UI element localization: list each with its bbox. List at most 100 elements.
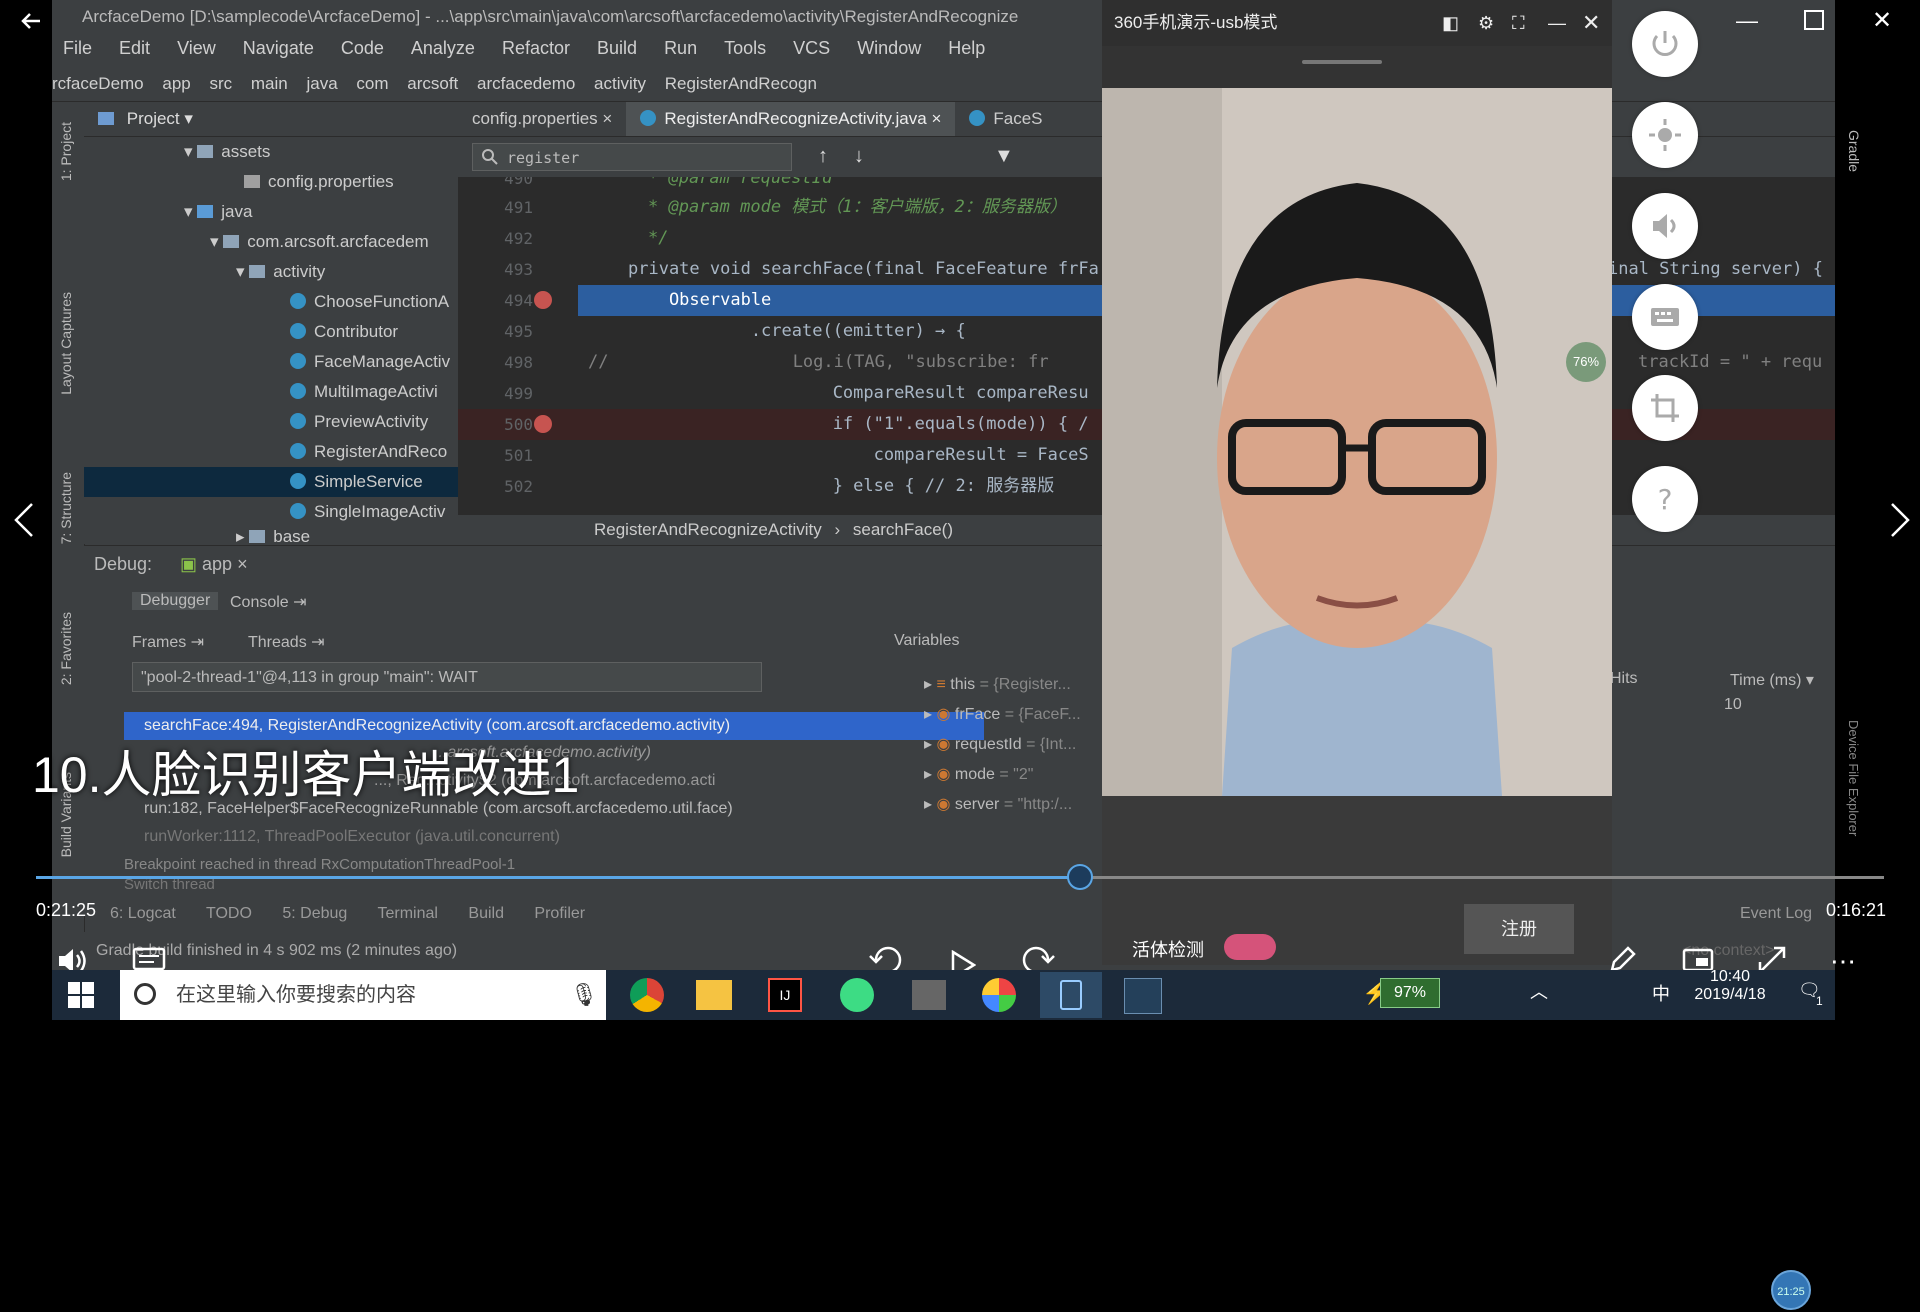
- project-panel-header[interactable]: Project ▾: [84, 102, 458, 137]
- liveness-toggle[interactable]: [1224, 934, 1276, 960]
- gradle-tab[interactable]: Gradle: [1846, 130, 1862, 172]
- tree-item-assets[interactable]: ▾ assets: [84, 137, 458, 167]
- battery-status[interactable]: 97%: [1380, 978, 1440, 1008]
- build-tab[interactable]: Build: [468, 905, 504, 922]
- brightness-button[interactable]: [1632, 102, 1698, 168]
- debugger-tab[interactable]: Debugger: [132, 592, 219, 610]
- time-column-header[interactable]: Time (ms) ▾: [1730, 670, 1814, 690]
- breakpoint-icon[interactable]: [534, 415, 552, 433]
- console-tab[interactable]: Console ⇥: [230, 592, 307, 612]
- tab-config[interactable]: config.properties ×: [458, 102, 626, 136]
- window-restore-icon[interactable]: [1804, 10, 1824, 30]
- tree-item-class[interactable]: MultiImageActivi: [84, 377, 458, 407]
- chrome-icon[interactable]: [630, 978, 664, 1012]
- menu-run[interactable]: Run: [664, 38, 697, 58]
- tab-register-activity[interactable]: RegisterAndRecognizeActivity.java ×: [626, 102, 956, 136]
- previous-arrow-icon[interactable]: [10, 500, 40, 540]
- minimize-icon[interactable]: —: [1548, 0, 1566, 46]
- variable-row[interactable]: ▸ ◉ server = "http:/...: [924, 794, 1072, 814]
- keyboard-button[interactable]: [1632, 284, 1698, 350]
- windows-start-icon[interactable]: [66, 980, 96, 1015]
- debug-config-tab[interactable]: ▣ app ×: [180, 554, 248, 575]
- project-tool-tab[interactable]: 1: Project: [58, 122, 74, 181]
- stack-frame[interactable]: runWorker:1112, ThreadPoolExecutor (java…: [144, 828, 560, 846]
- app-icon[interactable]: [982, 978, 1016, 1012]
- dock-icon[interactable]: ◧: [1442, 0, 1459, 46]
- menu-tools[interactable]: Tools: [724, 38, 766, 58]
- tray-chevron-icon[interactable]: ︿: [1530, 978, 1548, 1004]
- active-app-highlight[interactable]: [1040, 972, 1102, 1018]
- tree-item-class[interactable]: Contributor: [84, 317, 458, 347]
- window-close-icon[interactable]: ✕: [1872, 6, 1892, 35]
- crop-button[interactable]: [1632, 375, 1698, 441]
- menu-navigate[interactable]: Navigate: [243, 38, 314, 58]
- variable-row[interactable]: ▸ ◉ mode = "2": [924, 764, 1033, 784]
- close-icon[interactable]: ✕: [1582, 0, 1600, 46]
- variable-row[interactable]: ▸ ≡ this = {Register...: [924, 674, 1071, 694]
- tree-item-selected[interactable]: SimpleService: [84, 467, 458, 497]
- nav-file[interactable]: RegisterAndRecogn: [665, 74, 817, 93]
- menu-window[interactable]: Window: [857, 38, 921, 58]
- breadcrumb-class[interactable]: RegisterAndRecognizeActivity: [594, 520, 822, 539]
- menu-refactor[interactable]: Refactor: [502, 38, 570, 58]
- structure-tab[interactable]: 7: Structure: [58, 472, 74, 544]
- terminal-tab[interactable]: Terminal: [377, 905, 437, 922]
- register-button[interactable]: 注册: [1464, 904, 1574, 954]
- next-match-arrow-icon[interactable]: ↓: [854, 145, 864, 168]
- tree-item-class[interactable]: PreviewActivity: [84, 407, 458, 437]
- menu-analyze[interactable]: Analyze: [411, 38, 475, 58]
- hits-column-header[interactable]: Hits: [1610, 670, 1638, 688]
- volume-button[interactable]: [1632, 193, 1698, 259]
- favorites-tab[interactable]: 2: Favorites: [58, 612, 74, 685]
- progress-knob[interactable]: [1067, 864, 1094, 890]
- app-icon[interactable]: [1124, 978, 1162, 1014]
- todo-tab[interactable]: TODO: [206, 905, 252, 922]
- tree-item-class[interactable]: SingleImageActiv: [84, 497, 458, 527]
- app-icon[interactable]: [912, 980, 946, 1010]
- tree-item-activity[interactable]: ▾ activity: [84, 257, 458, 287]
- tree-item-base[interactable]: ▸ base: [84, 527, 458, 547]
- nav-arcsoft[interactable]: arcsoft: [407, 74, 458, 93]
- nav-activity[interactable]: activity: [594, 74, 646, 93]
- window-minimize-icon[interactable]: —: [1736, 8, 1758, 34]
- tree-item-class[interactable]: ChooseFunctionA: [84, 287, 458, 317]
- nav-com[interactable]: com: [356, 74, 388, 93]
- search-input[interactable]: register: [472, 143, 792, 171]
- device-file-explorer-tab[interactable]: Device File Explorer: [1846, 720, 1861, 836]
- logcat-tab[interactable]: 6: Logcat: [110, 905, 176, 922]
- profiler-tab[interactable]: Profiler: [534, 905, 585, 922]
- tab-faceserver[interactable]: FaceS: [955, 102, 1056, 136]
- tree-item-java[interactable]: ▾ java: [84, 197, 458, 227]
- settings-icon[interactable]: ⚙: [1478, 0, 1494, 46]
- tree-item-config[interactable]: config.properties: [84, 167, 458, 197]
- taskbar-search-box[interactable]: 在这里输入你要搜索的内容 🎙: [120, 970, 606, 1020]
- nav-src[interactable]: src: [209, 74, 232, 93]
- filter-icon[interactable]: ▼: [994, 145, 1014, 168]
- frames-tab[interactable]: Frames ⇥: [132, 632, 204, 652]
- input-method-indicator[interactable]: 中: [1652, 980, 1670, 1006]
- breadcrumb-method[interactable]: searchFace(): [853, 520, 953, 539]
- nav-project[interactable]: rcfaceDemo: [52, 74, 144, 93]
- taskbar-clock[interactable]: 10:40 2019/4/18: [1690, 968, 1770, 1004]
- menu-view[interactable]: View: [177, 38, 216, 58]
- nav-main[interactable]: main: [251, 74, 288, 93]
- power-button[interactable]: [1632, 11, 1698, 77]
- menu-file[interactable]: File: [63, 38, 92, 58]
- nav-java[interactable]: java: [306, 74, 337, 93]
- menu-build[interactable]: Build: [597, 38, 637, 58]
- nav-app[interactable]: app: [162, 74, 190, 93]
- thread-select[interactable]: "pool-2-thread-1"@4,113 in group "main":…: [132, 662, 762, 692]
- microphone-icon[interactable]: 🎙: [570, 970, 598, 1020]
- next-arrow-icon[interactable]: [1884, 500, 1914, 540]
- threads-tab[interactable]: Threads ⇥: [248, 632, 325, 652]
- tree-item-class[interactable]: FaceManageActiv: [84, 347, 458, 377]
- variable-row[interactable]: ▸ ◉ requestId = {Int...: [924, 734, 1076, 754]
- menu-help[interactable]: Help: [948, 38, 985, 58]
- menu-edit[interactable]: Edit: [119, 38, 150, 58]
- tree-item-package[interactable]: ▾ com.arcsoft.arcfacedem: [84, 227, 458, 257]
- menu-vcs[interactable]: VCS: [793, 38, 830, 58]
- help-button[interactable]: ?: [1632, 466, 1698, 532]
- breakpoint-icon[interactable]: [534, 291, 552, 309]
- nav-arcfacedemo[interactable]: arcfacedemo: [477, 74, 575, 93]
- intellij-icon[interactable]: IJ: [768, 978, 802, 1012]
